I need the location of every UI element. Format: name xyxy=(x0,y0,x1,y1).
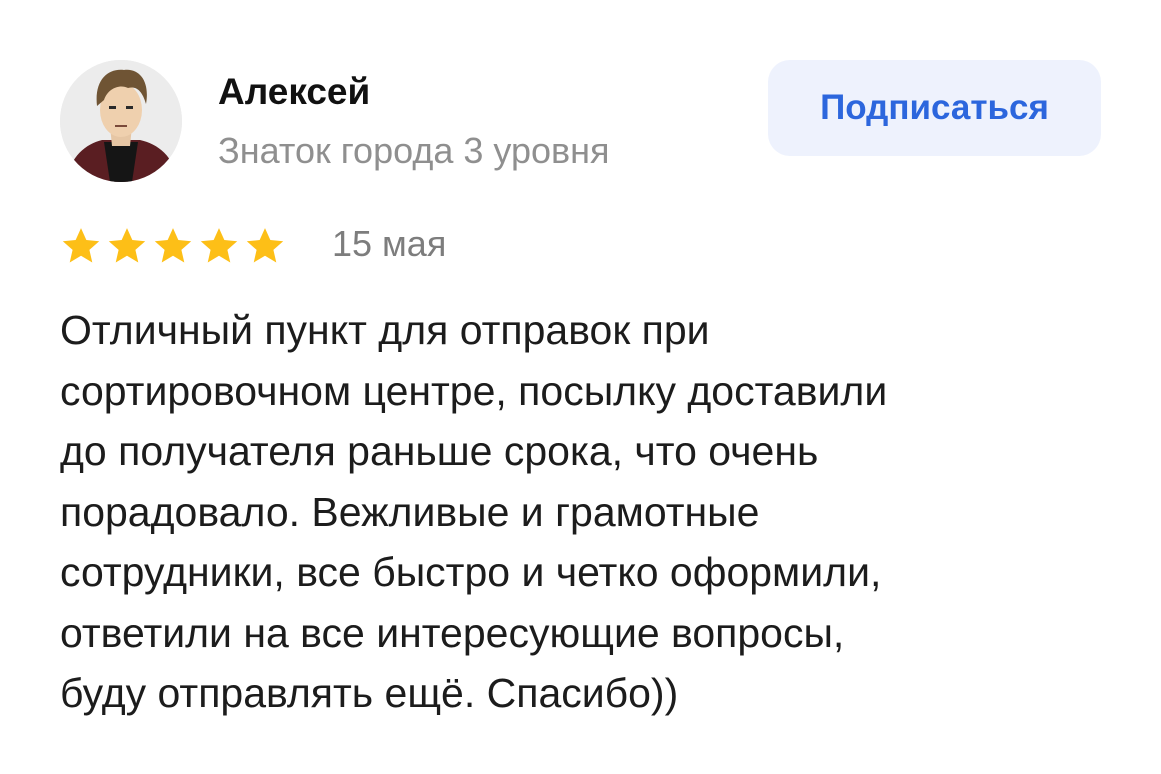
review-text: Отличный пункт для отправок при сортиров… xyxy=(60,300,1120,724)
star-icon xyxy=(246,228,284,263)
review-date: 15 мая xyxy=(332,223,447,264)
review-text-line: порадовало. Вежливые и грамотные xyxy=(60,488,760,535)
author-name[interactable]: Алексей xyxy=(218,70,370,114)
subscribe-button[interactable]: Подписаться xyxy=(768,60,1101,156)
avatar-illustration xyxy=(60,60,182,182)
star-icon xyxy=(108,228,146,263)
author-level: Знаток города 3 уровня xyxy=(218,130,610,171)
rating-stars xyxy=(60,224,290,268)
review-text-line: Отличный пункт для отправок при xyxy=(60,307,710,353)
avatar[interactable] xyxy=(60,60,182,182)
star-icon xyxy=(200,228,238,263)
star-icon xyxy=(62,228,100,263)
review-text-line: буду отправлять ещё. Спасибо)) xyxy=(60,670,679,716)
review-text-line: сортировочном центре, посылку доставили xyxy=(60,367,888,414)
review-text-line: до получателя раньше срока, что очень xyxy=(60,428,819,474)
star-icon xyxy=(154,228,192,263)
review-text-line: сотрудники, все быстро и четко оформили, xyxy=(60,549,882,595)
review-text-line: ответили на все интересующие вопросы, xyxy=(60,609,845,656)
